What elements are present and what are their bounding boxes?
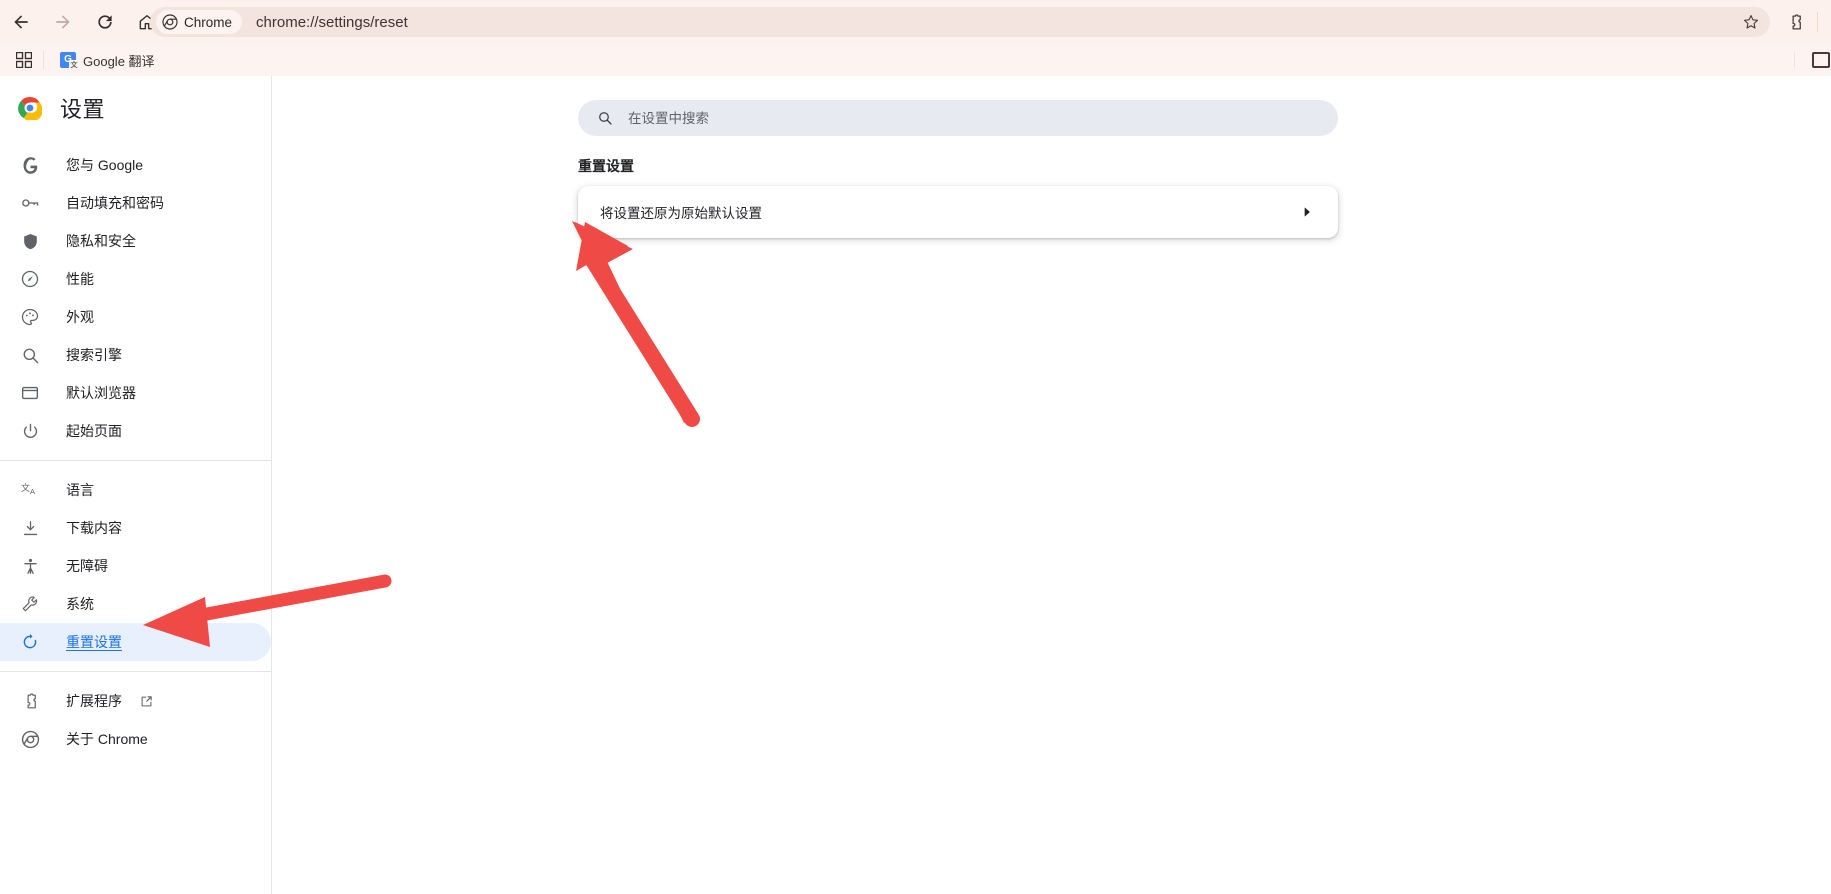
bookmark-item-label: Google 翻译 xyxy=(83,53,155,69)
palette-icon xyxy=(18,305,42,329)
sidebar-item-label: 系统 xyxy=(66,596,94,612)
sidebar-item-you-and-google[interactable]: 您与 Google xyxy=(0,146,271,184)
sidebar-item-label: 自动填充和密码 xyxy=(66,195,164,211)
restore-defaults-row[interactable]: 将设置还原为原始默认设置 xyxy=(578,186,1338,238)
settings-main-content: 重置设置 将设置还原为原始默认设置 xyxy=(272,76,1831,894)
wrench-icon xyxy=(18,592,42,616)
settings-search-wrap xyxy=(578,100,1338,136)
chevron-right-icon[interactable] xyxy=(1298,203,1316,221)
sidebar-nav-group-two: 文A 语言 下载内容 无障碍 系统 重置设置 xyxy=(0,471,271,661)
apps-grid-icon[interactable] xyxy=(9,47,39,73)
open-in-new-icon[interactable] xyxy=(138,693,154,709)
settings-search-input[interactable] xyxy=(628,110,1267,126)
search-icon xyxy=(18,343,42,367)
reload-icon xyxy=(98,15,112,29)
reset-circular-arrow-icon xyxy=(18,630,42,654)
translate-icon: 文A xyxy=(18,478,42,502)
forward-button[interactable] xyxy=(42,1,84,43)
bookmark-item-google-translate[interactable]: G文 Google 翻译 xyxy=(52,48,163,72)
sidebar-item-label: 关于 Chrome xyxy=(66,731,148,747)
bookmarks-right-divider xyxy=(1794,51,1795,69)
chrome-logo-icon xyxy=(162,14,178,30)
sidebar-item-search-engine[interactable]: 搜索引擎 xyxy=(0,336,271,374)
sidebar-nav-group-three: 扩展程序 关于 Chrome xyxy=(0,682,271,758)
sidebar-item-label: 隐私和安全 xyxy=(66,233,136,249)
sidebar-item-accessibility[interactable]: 无障碍 xyxy=(0,547,271,585)
search-icon xyxy=(596,109,614,127)
sidebar-item-on-startup[interactable]: 起始页面 xyxy=(0,412,271,450)
sidebar-item-label: 外观 xyxy=(66,309,94,325)
sidebar-divider-one xyxy=(0,460,271,461)
sidebar-item-label: 默认浏览器 xyxy=(66,385,136,401)
google-translate-favicon: G文 xyxy=(60,52,79,70)
sidebar-item-appearance[interactable]: 外观 xyxy=(0,298,271,336)
browser-window-icon xyxy=(18,381,42,405)
page-title: 设置 xyxy=(60,97,106,122)
shield-icon xyxy=(18,229,42,253)
sidebar-item-languages[interactable]: 文A 语言 xyxy=(0,471,271,509)
sidebar-item-downloads[interactable]: 下载内容 xyxy=(0,509,271,547)
sidebar-item-label: 无障碍 xyxy=(66,558,108,574)
settings-page: 设置 您与 Google 自动填充和密码 隐私和安全 性能 外观 搜索引擎 默认… xyxy=(0,76,1831,894)
reload-button[interactable] xyxy=(84,1,126,43)
sidebar-divider-two xyxy=(0,671,271,672)
sidebar-item-label: 您与 Google xyxy=(66,157,144,173)
settings-header: 设置 xyxy=(0,78,271,138)
reading-list-icon[interactable] xyxy=(1812,52,1830,68)
navigation-buttons xyxy=(0,0,168,44)
download-icon xyxy=(18,516,42,540)
browser-toolbar: Chrome chrome://settings/reset xyxy=(0,0,1831,44)
bookmarks-divider xyxy=(43,51,44,69)
accessibility-icon xyxy=(18,554,42,578)
sidebar-item-label: 起始页面 xyxy=(66,423,122,439)
sidebar-item-label: 下载内容 xyxy=(66,520,122,536)
svg-text:文: 文 xyxy=(21,482,30,493)
bookmark-star-button[interactable] xyxy=(1738,9,1764,35)
toolbar-divider xyxy=(1817,12,1818,32)
power-icon xyxy=(18,419,42,443)
omnibox-chip-label: Chrome xyxy=(184,14,233,30)
arrow-right-icon xyxy=(56,15,70,29)
bookmarks-bar: G文 Google 翻译 xyxy=(0,44,1831,76)
restore-defaults-label: 将设置还原为原始默认设置 xyxy=(600,206,762,221)
sidebar-item-system[interactable]: 系统 xyxy=(0,585,271,623)
star-outline-icon xyxy=(1743,15,1759,29)
sidebar-item-performance[interactable]: 性能 xyxy=(0,260,271,298)
sidebar-item-label: 搜索引擎 xyxy=(66,347,122,363)
settings-search-box[interactable] xyxy=(578,100,1338,136)
speedometer-icon xyxy=(18,267,42,291)
google-g-icon xyxy=(18,153,42,177)
chrome-outline-icon xyxy=(18,727,42,751)
sidebar-item-autofill-passwords[interactable]: 自动填充和密码 xyxy=(0,184,271,222)
key-icon xyxy=(18,191,42,215)
arrow-left-icon xyxy=(14,15,28,29)
sidebar-item-default-browser[interactable]: 默认浏览器 xyxy=(0,374,271,412)
sidebar-item-label: 性能 xyxy=(66,271,94,287)
address-bar[interactable]: Chrome chrome://settings/reset xyxy=(150,7,1770,37)
omnibox-chrome-chip[interactable]: Chrome xyxy=(156,10,243,34)
sidebar-item-about-chrome[interactable]: 关于 Chrome xyxy=(0,720,271,758)
sidebar-item-label: 重置设置 xyxy=(66,634,122,650)
sidebar-nav-group-one: 您与 Google 自动填充和密码 隐私和安全 性能 外观 搜索引擎 默认浏览器… xyxy=(0,146,271,450)
extensions-button[interactable] xyxy=(1782,9,1808,35)
back-button[interactable] xyxy=(0,1,42,43)
section-heading-reset-settings: 重置设置 xyxy=(578,158,634,174)
sidebar-item-reset-settings[interactable]: 重置设置 xyxy=(0,623,271,661)
settings-sidebar: 设置 您与 Google 自动填充和密码 隐私和安全 性能 外观 搜索引擎 默认… xyxy=(0,76,272,894)
svg-text:A: A xyxy=(30,487,35,496)
puzzle-piece-icon xyxy=(18,689,42,713)
chrome-logo-icon xyxy=(18,96,42,120)
omnibox-url-text[interactable]: chrome://settings/reset xyxy=(256,14,1738,31)
sidebar-item-privacy-security[interactable]: 隐私和安全 xyxy=(0,222,271,260)
puzzle-piece-icon xyxy=(1791,13,1801,29)
sidebar-item-label: 语言 xyxy=(66,482,94,498)
sidebar-item-extensions[interactable]: 扩展程序 xyxy=(0,682,271,720)
sidebar-item-label: 扩展程序 xyxy=(66,693,122,709)
